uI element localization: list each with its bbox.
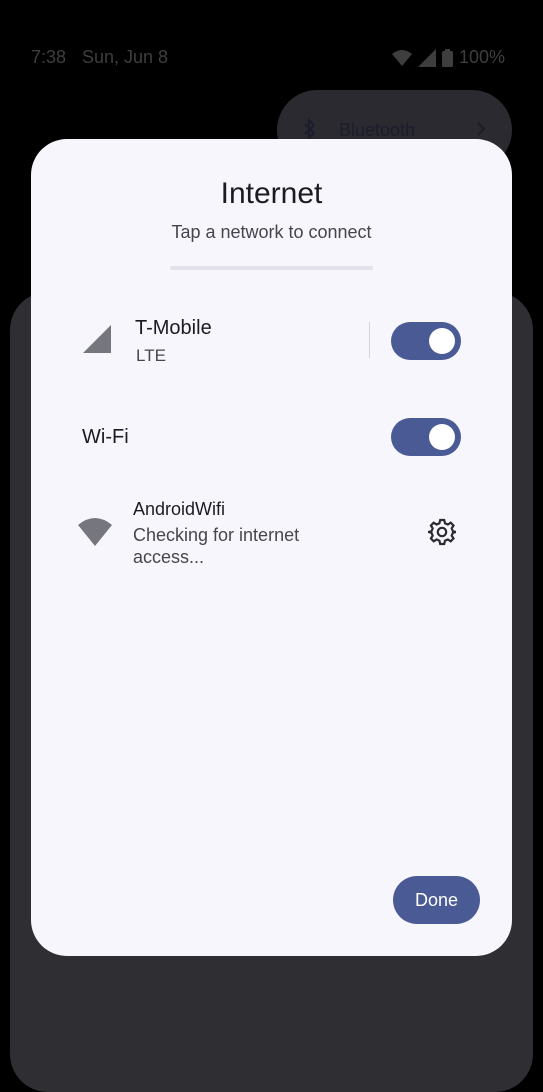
done-button[interactable]: Done bbox=[393, 876, 480, 924]
status-icons: 100% bbox=[391, 47, 505, 68]
wifi-label: Wi-Fi bbox=[82, 426, 129, 448]
wifi-toggle[interactable] bbox=[391, 418, 461, 456]
wifi-status-icon bbox=[391, 49, 412, 66]
toggle-knob bbox=[429, 328, 455, 354]
network-status: Checking for internet access... bbox=[133, 525, 300, 567]
mobile-data-toggle[interactable] bbox=[391, 322, 461, 360]
wifi-icon bbox=[78, 518, 112, 546]
scanning-progress-bar bbox=[170, 266, 373, 270]
dialog-title: Internet bbox=[220, 177, 323, 210]
status-time: 7:38 bbox=[31, 47, 67, 67]
dialog-subtitle: Tap a network to connect bbox=[171, 222, 372, 242]
battery-percent: 100% bbox=[458, 47, 505, 67]
bluetooth-label: Bluetooth bbox=[339, 120, 416, 140]
gear-icon[interactable] bbox=[428, 518, 456, 546]
network-type: LTE bbox=[136, 346, 166, 365]
chevron-right-icon bbox=[477, 122, 486, 136]
internet-dialog: Internet Tap a network to connect T-Mobi… bbox=[31, 139, 512, 956]
carrier-name: T-Mobile bbox=[135, 317, 212, 339]
bluetooth-icon bbox=[304, 118, 316, 140]
status-date: Sun, Jun 8 bbox=[82, 47, 169, 67]
network-name: AndroidWifi bbox=[133, 499, 226, 519]
mobile-divider bbox=[369, 322, 370, 358]
toggle-knob bbox=[429, 424, 455, 450]
battery-icon bbox=[441, 48, 453, 67]
signal-icon bbox=[83, 325, 111, 353]
signal-status-icon bbox=[417, 48, 436, 67]
